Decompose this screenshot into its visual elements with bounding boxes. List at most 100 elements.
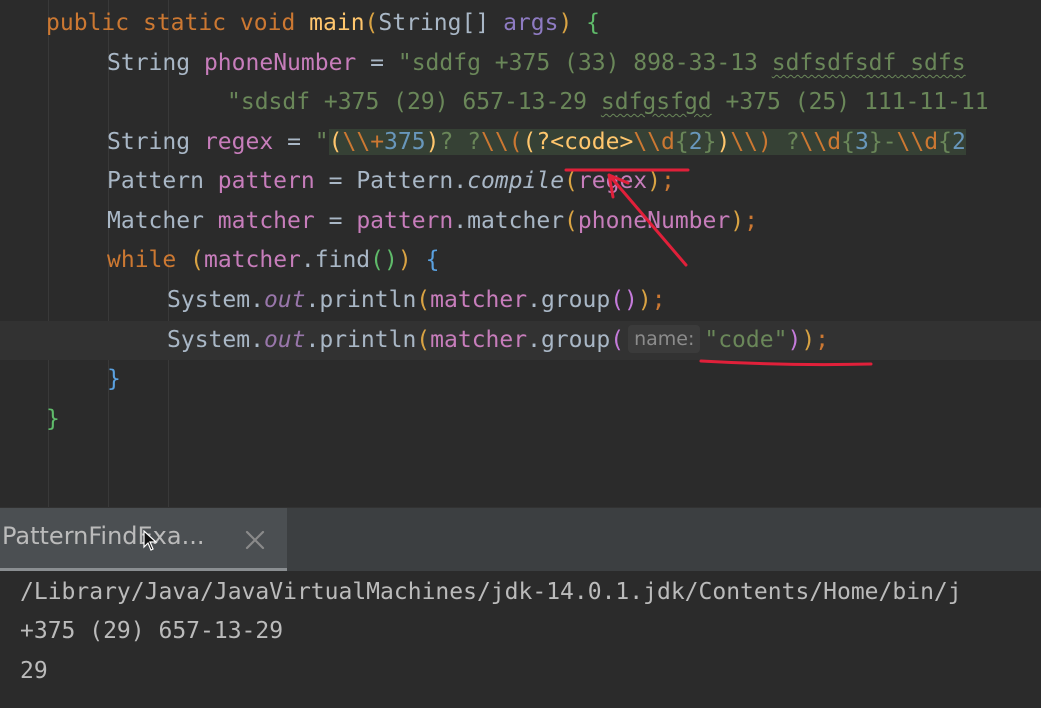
string-typo-word: sdfsdfsdf [771,50,897,76]
dot: . [453,168,468,194]
string-literal-tail: +375 (25) 111-11-11 [711,89,989,115]
type-matcher: Matcher [107,208,204,234]
console-line-java-path: /Library/Java/JavaVirtualMachines/jdk-14… [20,579,962,605]
code-editor[interactable]: public static void main(String[] args) {… [0,0,1041,507]
type-string: String [378,10,462,36]
code-line-matcher[interactable]: Matcher matcher = pattern.matcher(phoneN… [107,202,1041,241]
assign-operator: = [287,129,301,155]
paren-open: ( [190,247,204,273]
regex-group-close: ) [425,129,440,155]
regex-number: 2 [688,129,703,155]
call-parens: () [610,287,638,313]
paren-open: ( [416,287,431,313]
string-literal: "sdsdf +375 (29) 657-13-29 [227,89,601,115]
regex-quantifier: } [868,129,883,155]
paren-close: ) [647,168,662,194]
code-line-main-signature[interactable]: public static void main(String[] args) { [46,4,1041,43]
regex-escape: \\( [481,129,523,155]
parameter-name-hint: name: [628,325,701,353]
class-pattern: Pattern [356,168,454,194]
type-string: String [107,50,191,76]
brace-close: } [107,366,121,392]
param-args: args [503,10,559,36]
paren-close: ) [558,10,573,36]
paren-close: ) [801,327,816,353]
code-line-phone-number[interactable]: String phoneNumber = "sddfg +375 (33) 89… [107,44,1041,83]
string-code-argument: "code" [704,327,788,353]
paren-close: ) [730,208,745,234]
method-group: group [540,327,611,353]
method-name-main: main [309,10,365,36]
string-quote: " [314,129,329,155]
semicolon: ; [651,287,666,313]
dot: . [527,327,541,353]
type-pattern: Pattern [107,168,204,194]
var-pattern: pattern [217,168,315,194]
field-out: out [263,327,306,353]
method-group: group [540,287,611,313]
console-line-match: +375 (29) 657-13-29 [20,618,284,644]
semicolon: ; [661,168,675,194]
regex-number: 2 [951,129,966,155]
method-println: println [319,327,417,353]
code-line-pattern[interactable]: Pattern pattern = Pattern.compile(regex)… [107,162,1041,201]
call-parens: () [370,247,398,273]
paren-open: ( [610,327,625,353]
regex-quantifier: ? [771,129,800,155]
paren-close: ) [637,287,652,313]
arg-regex: regex [577,168,648,194]
dot: . [527,287,541,313]
paren-close: ) [787,327,802,353]
var-regex: regex [203,129,274,155]
run-console-output[interactable]: /Library/Java/JavaVirtualMachines/jdk-14… [0,571,1041,708]
code-line-println-group[interactable]: System.out.println(matcher.group()); [167,281,1041,320]
regex-group-open: ( [328,129,343,155]
dot: . [250,287,264,313]
string-literal-tail: sdfs [896,50,966,76]
console-line-group-code: 29 [20,658,48,684]
code-line-phone-number-continued[interactable]: "sdsdf +375 (29) 657-13-29 sdfgsfgd +375… [227,83,1041,122]
regex-group-close: ) [716,129,731,155]
keyword-void: void [239,10,296,36]
code-line-close-main[interactable]: } [46,400,1041,439]
regex-escape: \\+ [342,129,385,155]
method-println: println [319,287,417,313]
string-literal: "sddfg +375 (33) 898-33-13 [397,50,772,76]
obj-pattern: pattern [356,208,454,234]
regex-number: 3 [854,129,869,155]
close-icon[interactable] [243,528,267,552]
brace-open: { [425,247,440,273]
keyword-while: while [107,247,177,273]
dot: . [453,208,468,234]
dot: . [305,327,320,353]
regex-dash: - [882,129,897,155]
var-phone-number: phoneNumber [203,50,357,76]
code-line-println-group-code[interactable]: System.out.println(matcher.group(name: "c… [0,321,1041,360]
assign-operator: = [328,208,343,234]
obj-matcher: matcher [203,247,301,273]
regex-quantifier: { [674,129,689,155]
brace-open: { [586,10,601,36]
brace-close: } [46,406,60,432]
field-out: out [263,287,306,313]
keyword-public: public [46,10,130,36]
type-string: String [107,129,191,155]
code-line-close-while[interactable]: } [107,360,1041,399]
method-compile: compile [467,168,565,194]
string-typo-word: sdfgsfgd [600,89,712,115]
obj-matcher: matcher [430,327,528,353]
arg-phone-number: phoneNumber [577,208,731,234]
regex-quantifier: ? ? [439,129,481,155]
mouse-cursor-icon [143,530,158,551]
code-line-regex[interactable]: String regex = "(\\+375)? ?\\((?<code>\\… [107,123,1041,162]
class-system: System [167,287,251,313]
paren-close: ) [397,247,412,273]
paren-open: ( [564,168,578,194]
semicolon: ; [815,327,830,353]
array-brackets: [] [461,10,490,36]
dot: . [305,287,320,313]
dot: . [300,247,315,273]
keyword-static: static [142,10,227,36]
assign-operator: = [328,168,343,194]
code-line-while[interactable]: while (matcher.find()) { [107,241,1041,280]
